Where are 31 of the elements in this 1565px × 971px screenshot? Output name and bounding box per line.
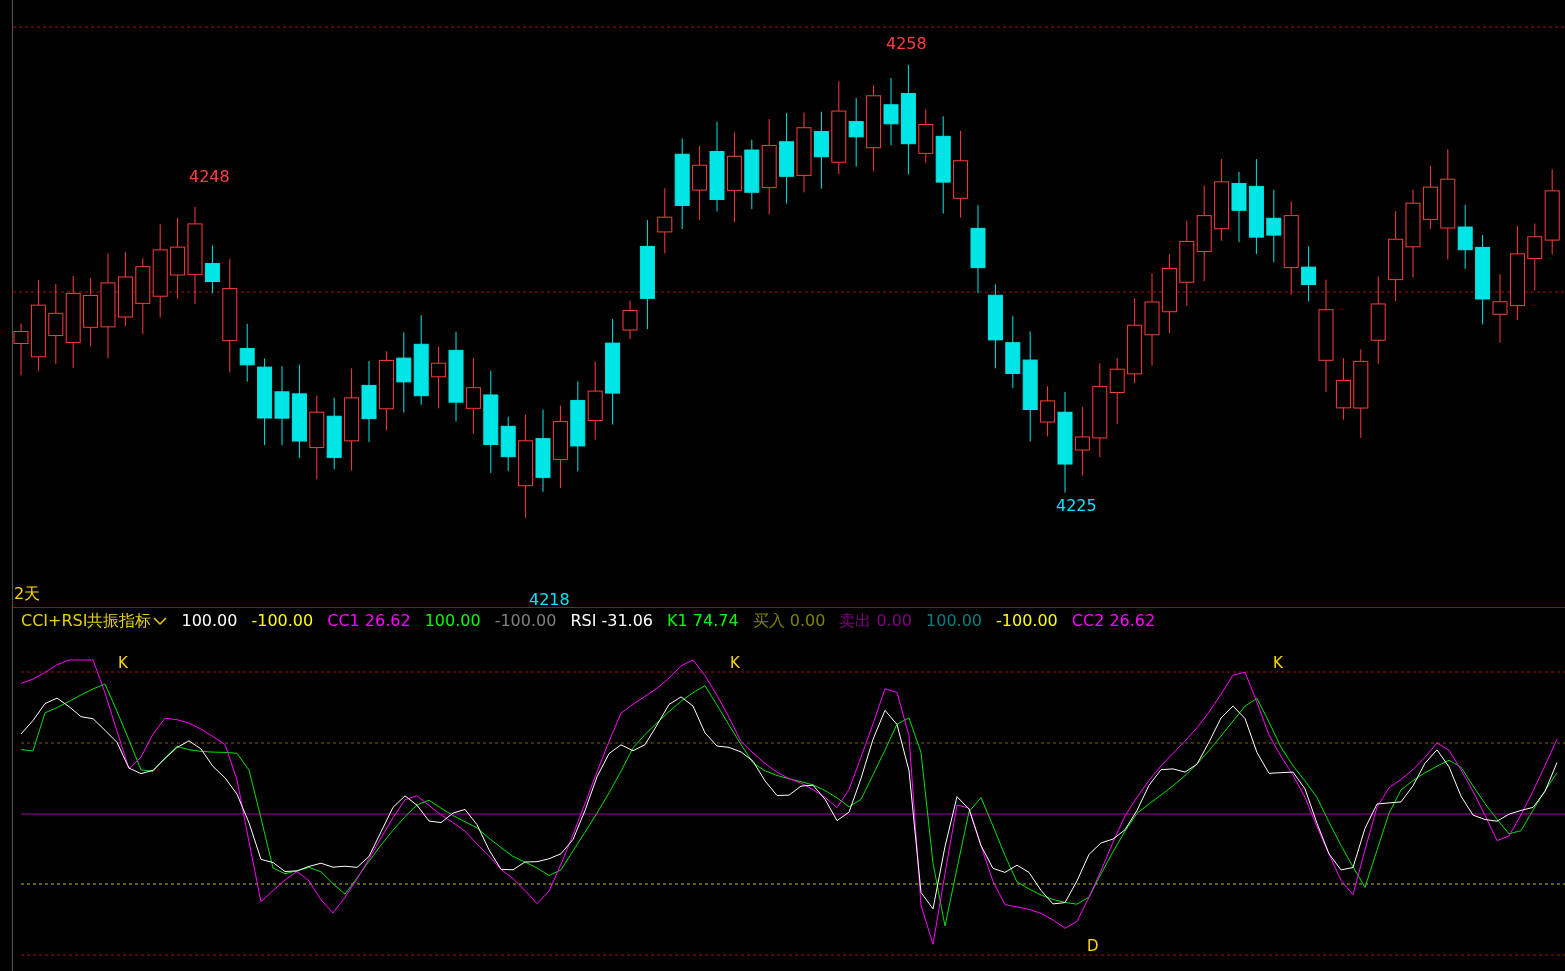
- legend-value: -100.00: [494, 610, 557, 632]
- price-label: 4248: [189, 166, 230, 188]
- price-label: 4225: [1056, 495, 1097, 517]
- candlestick: [1422, 165, 1438, 230]
- legend-value: 卖出 0.00: [839, 610, 913, 632]
- candlestick: [848, 97, 864, 168]
- signal-marker: K: [730, 653, 740, 674]
- signal-marker: D: [1087, 936, 1099, 957]
- price-label: 4258: [886, 33, 927, 55]
- candlestick: [1527, 223, 1543, 291]
- legend-value: 买入 0.00: [752, 610, 826, 632]
- legend-value: RSI -31.06: [570, 610, 654, 632]
- signal-marker: K: [118, 653, 128, 674]
- candlestick: [744, 139, 760, 210]
- candlestick: [1492, 273, 1508, 344]
- indicator-selector[interactable]: CCI+RSI共振指标: [21, 609, 168, 633]
- legend-value: 100.00: [181, 610, 238, 632]
- legend-value: -100.00: [251, 610, 314, 632]
- signal-marker: K: [1273, 653, 1283, 674]
- legend-value: -100.00: [996, 610, 1058, 632]
- candlestick: [1109, 357, 1125, 425]
- legend-value: 100.00: [926, 610, 983, 632]
- price-label: 4218: [529, 589, 570, 611]
- legend-value: CC2 26.62: [1071, 610, 1156, 632]
- candlestick: [1231, 171, 1247, 243]
- legend-value: 100.00: [424, 610, 481, 632]
- legend-value: CC1 26.62: [327, 610, 411, 632]
- candlestick: [657, 187, 673, 254]
- legend-value: K1 74.74: [667, 610, 739, 632]
- period-label: 2天: [14, 583, 41, 605]
- chevron-down-icon: [153, 616, 168, 626]
